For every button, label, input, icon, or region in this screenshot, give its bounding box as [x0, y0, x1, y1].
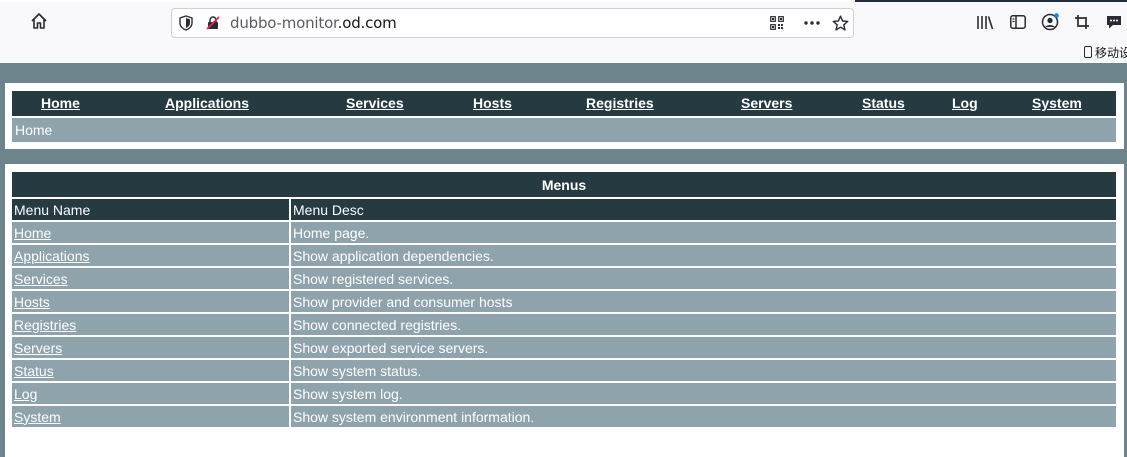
- main-nav: Home Applications Services Hosts Registr…: [12, 91, 1116, 116]
- shield-icon[interactable]: [178, 15, 194, 31]
- menu-desc: Show connected registries.: [291, 312, 1116, 335]
- nav-services[interactable]: Services: [346, 95, 404, 111]
- menus-panel: Menus Menu Name Menu Desc Home Home page…: [5, 164, 1124, 457]
- table-row: System Show system environment informati…: [12, 404, 1116, 427]
- account-icon[interactable]: [1040, 12, 1060, 32]
- menus-title: Menus: [12, 172, 1116, 197]
- menu-desc: Home page.: [291, 220, 1116, 243]
- col-header-desc: Menu Desc: [291, 197, 1116, 220]
- nav-registries[interactable]: Registries: [586, 95, 654, 111]
- table-row: Hosts Show provider and consumer hosts: [12, 289, 1116, 312]
- menu-desc: Show system status.: [291, 358, 1116, 381]
- menu-desc: Show registered services.: [291, 266, 1116, 289]
- phone-icon: [1084, 46, 1092, 58]
- col-header-name: Menu Name: [12, 197, 291, 220]
- table-row: Home Home page.: [12, 220, 1116, 243]
- more-actions-icon[interactable]: [802, 15, 822, 31]
- crop-screenshot-icon[interactable]: [1073, 13, 1091, 31]
- menu-link-hosts[interactable]: Hosts: [14, 294, 50, 310]
- url-bar[interactable]: dubbo-monitor.od.com: [171, 8, 854, 38]
- menu-link-servers[interactable]: Servers: [14, 340, 62, 356]
- nav-hosts[interactable]: Hosts: [473, 95, 512, 111]
- table-row: Servers Show exported service servers.: [12, 335, 1116, 358]
- menu-link-registries[interactable]: Registries: [14, 317, 76, 333]
- breadcrumb: Home: [12, 118, 1116, 142]
- menu-desc: Show application dependencies.: [291, 243, 1116, 266]
- nav-applications[interactable]: Applications: [165, 95, 249, 111]
- menu-desc: Show system environment information.: [291, 404, 1116, 427]
- mobile-device-hint[interactable]: 移动设: [1084, 44, 1127, 61]
- menu-link-applications[interactable]: Applications: [14, 248, 90, 264]
- qr-code-icon[interactable]: [769, 15, 785, 31]
- menu-link-status[interactable]: Status: [14, 363, 54, 379]
- url-text[interactable]: dubbo-monitor.od.com: [230, 14, 397, 32]
- table-row: Services Show registered services.: [12, 266, 1116, 289]
- insecure-lock-icon[interactable]: [205, 15, 221, 31]
- table-row: Applications Show application dependenci…: [12, 243, 1116, 266]
- table-row: Status Show system status.: [12, 358, 1116, 381]
- menu-link-home[interactable]: Home: [14, 225, 51, 241]
- menu-desc: Show exported service servers.: [291, 335, 1116, 358]
- nav-panel: Home Applications Services Hosts Registr…: [5, 83, 1124, 149]
- library-icon[interactable]: [976, 13, 994, 31]
- nav-log[interactable]: Log: [952, 95, 978, 111]
- bookmark-star-icon[interactable]: [831, 14, 849, 32]
- menus-table: Menus Menu Name Menu Desc Home Home page…: [12, 172, 1116, 427]
- sidebar-icon[interactable]: [1009, 13, 1027, 31]
- table-row: Log Show system log.: [12, 381, 1116, 404]
- menu-desc: Show system log.: [291, 381, 1116, 404]
- nav-servers[interactable]: Servers: [741, 95, 792, 111]
- nav-system[interactable]: System: [1032, 95, 1082, 111]
- home-icon[interactable]: [28, 10, 50, 32]
- table-header-row: Menu Name Menu Desc: [12, 197, 1116, 220]
- menu-desc: Show provider and consumer hosts: [291, 289, 1116, 312]
- menu-link-system[interactable]: System: [14, 409, 61, 425]
- table-row: Registries Show connected registries.: [12, 312, 1116, 335]
- nav-home[interactable]: Home: [41, 95, 80, 111]
- menu-link-log[interactable]: Log: [14, 386, 37, 402]
- page-content: Home Applications Services Hosts Registr…: [0, 63, 1127, 457]
- chat-bubble-icon[interactable]: [1104, 13, 1124, 31]
- nav-status[interactable]: Status: [862, 95, 905, 111]
- browser-toolbar: dubbo-monitor.od.com 移动设: [0, 2, 1127, 62]
- menu-link-services[interactable]: Services: [14, 271, 68, 287]
